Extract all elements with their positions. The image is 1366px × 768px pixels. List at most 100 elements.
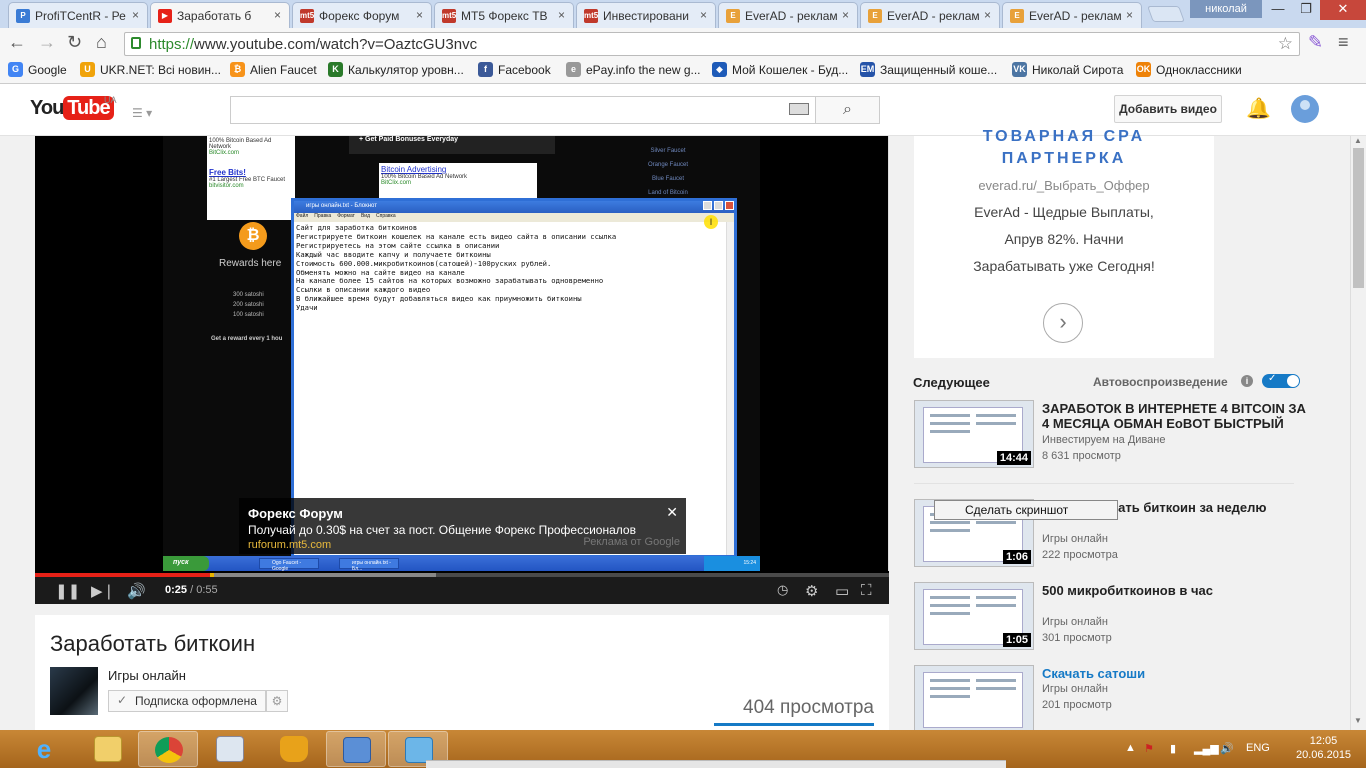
power-icon[interactable]: ▮ <box>1170 742 1176 755</box>
taskbar-calculator[interactable] <box>200 731 260 767</box>
sidebar-ad-domain[interactable]: everad.ru/_Выбрать_Оффер <box>914 178 1214 193</box>
taskbar-explorer[interactable] <box>78 731 138 767</box>
ad-overlay-text[interactable]: Получай до 0.30$ на счет за пост. Общени… <box>248 523 686 537</box>
bookmark-item[interactable]: e ePay.info the new g... <box>566 62 701 77</box>
scroll-down-icon[interactable]: ▼ <box>1354 716 1362 725</box>
channel-avatar[interactable] <box>50 667 98 715</box>
related-video-item[interactable]: ◷ Скачать сатоши Игры онлайн 201 просмотр <box>914 665 1314 735</box>
guide-menu-icon[interactable]: ☰ ▾ <box>132 106 156 120</box>
related-video-thumbnail[interactable]: 14:44 <box>914 400 1034 468</box>
bookmark-favicon-icon: ◆ <box>712 62 727 77</box>
watch-later-icon[interactable]: ◷ <box>777 582 788 598</box>
ad-overlay-title[interactable]: Форекс Форум <box>248 506 686 521</box>
related-video-title[interactable]: ЗАРАБОТОК В ИНТЕРНЕТЕ 4 BITCOIN ЗА 4 МЕС… <box>1042 401 1312 431</box>
browser-tab[interactable]: E EverAD - реклам × <box>1002 2 1142 28</box>
channel-name[interactable]: Игры онлайн <box>108 668 186 683</box>
close-tab-icon[interactable]: × <box>1126 8 1133 22</box>
taskbar-chrome[interactable] <box>138 731 198 767</box>
address-bar[interactable]: https://www.youtube.com/watch?v=OaztcGU3… <box>124 32 1300 56</box>
fullscreen-icon[interactable]: ⛶ <box>861 582 872 599</box>
video-get-reward: Get a reward every 1 hou <box>211 336 283 342</box>
search-button[interactable]: ⌕ <box>815 96 880 124</box>
extension-icon[interactable]: ✎ <box>1308 32 1323 53</box>
related-video-thumbnail[interactable]: 1:05 <box>914 582 1034 650</box>
theater-mode-icon[interactable]: ▭ <box>835 582 849 600</box>
scroll-up-icon[interactable]: ▲ <box>1354 136 1362 145</box>
scrollbar-thumb[interactable] <box>1353 148 1364 288</box>
clock[interactable]: 12:05 20.06.2015 <box>1296 734 1351 762</box>
back-icon[interactable]: ← <box>8 32 26 53</box>
bookmark-item[interactable]: f Facebook <box>478 62 551 77</box>
info-icon[interactable]: i <box>1241 375 1253 387</box>
related-video-item[interactable]: 14:44 ЗАРАБОТОК В ИНТЕРНЕТЕ 4 BITCOIN ЗА … <box>914 400 1314 470</box>
language-indicator[interactable]: ENG <box>1246 742 1270 754</box>
browser-tab[interactable]: mt5 MT5 Форекс ТВ × <box>434 2 574 28</box>
search-input[interactable] <box>230 96 816 124</box>
bookmark-item[interactable]: VK Николай Сирота <box>1012 62 1123 77</box>
bookmark-item[interactable]: U UKR.NET: Всі новин... <box>80 62 221 77</box>
bookmark-item[interactable]: OK Одноклассники <box>1136 62 1242 77</box>
keyboard-icon[interactable] <box>789 103 809 115</box>
browser-tab[interactable]: P ProfiTCentR - Ре × <box>8 2 148 28</box>
pause-icon[interactable]: ❚❚ <box>55 582 80 600</box>
autoplay-toggle[interactable]: ✓ <box>1262 373 1300 388</box>
video-player[interactable]: 100% Bitcoin Based Ad Network BitClix.co… <box>35 136 889 604</box>
close-tab-icon[interactable]: × <box>132 8 139 22</box>
browser-tab[interactable]: ▶ Заработать б × <box>150 2 290 28</box>
profile-badge[interactable]: николай <box>1190 0 1262 18</box>
subscription-settings-gear-icon[interactable]: ⚙ <box>266 690 288 712</box>
youtube-logo[interactable]: You Tube UA <box>30 95 117 120</box>
settings-gear-icon[interactable]: ⚙ <box>805 582 818 600</box>
related-video-item[interactable]: 1:05 500 микробиткоинов в час Игры онлайн 3… <box>914 582 1314 652</box>
bookmark-favicon-icon: VK <box>1012 62 1027 77</box>
taskbar-keyboard[interactable] <box>326 731 386 767</box>
menu-icon[interactable]: ≡ <box>1338 32 1349 53</box>
browser-tab[interactable]: mt5 Инвестировани × <box>576 2 716 28</box>
subscribed-button[interactable]: ✓ Подписка оформлена <box>108 690 266 712</box>
volume-icon[interactable]: 🔊 <box>127 582 146 600</box>
notifications-bell-icon[interactable]: 🔔 <box>1246 96 1271 121</box>
maximize-icon[interactable]: ❐ <box>1292 0 1320 20</box>
browser-tab[interactable]: E EverAD - реклам × <box>860 2 1000 28</box>
close-tab-icon[interactable]: × <box>842 8 849 22</box>
browser-tab[interactable]: E EverAD - реклам × <box>718 2 858 28</box>
related-video-title[interactable]: Скачать сатоши <box>1042 666 1312 681</box>
related-video-thumbnail[interactable]: ◷ <box>914 665 1034 733</box>
upload-button[interactable]: Добавить видео <box>1114 95 1222 123</box>
home-icon[interactable]: ⌂ <box>96 32 107 53</box>
bookmark-item[interactable]: EM Защищенный коше... <box>860 62 997 77</box>
flag-icon[interactable]: ⚑ <box>1144 742 1154 755</box>
ad-overlay-close-icon[interactable]: ✕ <box>666 504 678 521</box>
avatar[interactable] <box>1291 95 1319 123</box>
close-window-icon[interactable]: ✕ <box>1320 0 1366 20</box>
bookmark-item[interactable]: ₿ Alien Faucet <box>230 62 317 77</box>
video-ad-overlay[interactable]: Форекс Форум Получай до 0.30$ на счет за… <box>239 498 686 554</box>
browser-tab[interactable]: mt5 Форекс Форум × <box>292 2 432 28</box>
close-tab-icon[interactable]: × <box>700 8 707 22</box>
close-tab-icon[interactable]: × <box>274 8 281 22</box>
bookmark-item[interactable]: G Google <box>8 62 67 77</box>
network-icon[interactable]: ▂▄▆ <box>1194 742 1219 755</box>
related-video-channel: Игры онлайн <box>1042 616 1108 628</box>
next-icon[interactable]: ▶❘ <box>91 582 115 600</box>
show-hidden-icons-icon[interactable]: ▲ <box>1125 742 1136 754</box>
forward-icon[interactable]: → <box>38 32 56 53</box>
close-tab-icon[interactable]: × <box>984 8 991 22</box>
related-video-title[interactable]: 500 микробиткоинов в час <box>1042 583 1312 598</box>
speaker-icon[interactable]: 🔊 <box>1220 742 1234 755</box>
page-scrollbar[interactable]: ▲ ▼ <box>1350 136 1366 730</box>
bookmark-star-icon[interactable]: ☆ <box>1278 34 1293 54</box>
reload-icon[interactable]: ↻ <box>67 32 82 53</box>
time-display: 0:25 / 0:55 <box>165 584 218 596</box>
minimize-icon[interactable]: — <box>1264 0 1292 20</box>
notepad-menu-item: Справка <box>376 213 396 219</box>
sidebar-ad[interactable]: ТОВАРНАЯ CPA ПАРТНЕРКА everad.ru/_Выбрат… <box>914 128 1214 358</box>
close-tab-icon[interactable]: × <box>558 8 565 22</box>
bookmark-item[interactable]: ◆ Мой Кошелек - Буд... <box>712 62 848 77</box>
new-tab-button[interactable] <box>1147 6 1185 22</box>
chevron-right-icon[interactable]: › <box>1043 303 1083 343</box>
taskbar-ie[interactable]: e <box>14 731 74 767</box>
bookmark-item[interactable]: K Калькулятор уровн... <box>328 62 464 77</box>
taskbar-app[interactable] <box>264 731 324 767</box>
close-tab-icon[interactable]: × <box>416 8 423 22</box>
